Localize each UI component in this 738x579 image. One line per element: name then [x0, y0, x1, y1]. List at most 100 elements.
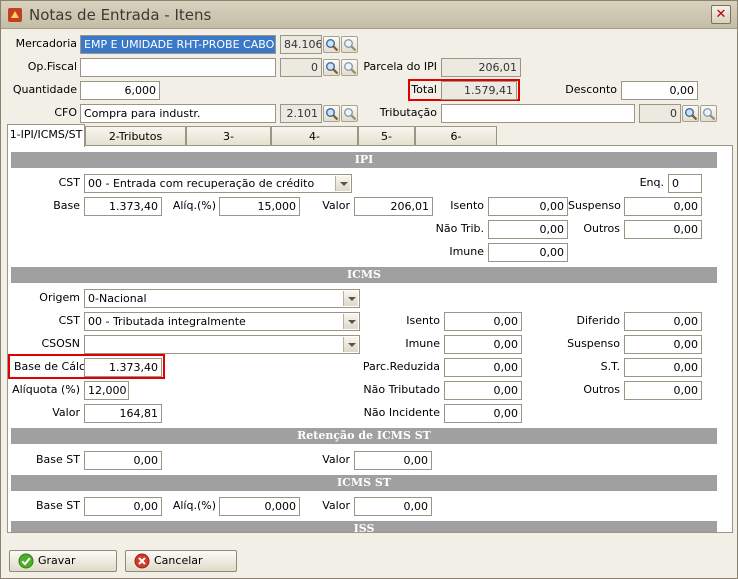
cfo-code-field[interactable]: 2.101 [280, 104, 322, 123]
tab-tributos-federais[interactable]: 2-Tributos Federais [85, 126, 186, 162]
mercadoria-search-alt-button[interactable] [341, 36, 358, 53]
retencao-valor-field[interactable]: 0,00 [354, 451, 432, 470]
icmsst-aliq-label: Alíq.(%) [172, 499, 216, 512]
icms-valor-label: Valor [52, 406, 80, 419]
icms-naotrib-label: Não Tributado [363, 383, 440, 396]
retencao-base-field[interactable]: 0,00 [84, 451, 162, 470]
icms-st-label: S.T. [600, 360, 620, 373]
title-bar: Notas de Entrada - Itens ✕ [1, 1, 737, 29]
icmsst-valor-label: Valor [322, 499, 350, 512]
icms-section-header: ICMS [11, 267, 717, 283]
ipi-imune-field[interactable]: 0,00 [488, 243, 568, 262]
ipi-aliq-label: Alíq.(%) [172, 199, 216, 212]
icms-parcred-label: Parc.Reduzida [362, 360, 440, 373]
chevron-down-icon[interactable] [343, 314, 358, 329]
icms-st-field[interactable]: 0,00 [624, 358, 702, 377]
search-icon [344, 39, 357, 52]
ipi-outros-field[interactable]: 0,00 [624, 220, 702, 239]
icms-origem-select[interactable]: 0-Nacional [84, 289, 360, 308]
ipi-suspenso-field[interactable]: 0,00 [624, 197, 702, 216]
mercadoria-code-field[interactable]: 84.106 [280, 35, 322, 54]
icms-diferido-field[interactable]: 0,00 [624, 312, 702, 331]
mercadoria-label: Mercadoria [15, 37, 77, 50]
tributacao-search-button[interactable] [682, 105, 699, 122]
icms-aliq-label: Alíquota (%) [12, 383, 80, 396]
desconto-field[interactable]: 0,00 [621, 81, 698, 100]
icmsst-base-label: Base ST [36, 499, 80, 512]
icmsst-valor-field[interactable]: 0,00 [354, 497, 432, 516]
parcela-ipi-label: Parcela do IPI [363, 60, 437, 73]
search-icon [685, 108, 698, 121]
save-button-label: Gravar [38, 554, 76, 567]
icms-suspenso-field[interactable]: 0,00 [624, 335, 702, 354]
ipi-naotrib-label: Não Trib. [435, 222, 484, 235]
icmsst-base-field[interactable]: 0,00 [84, 497, 162, 516]
icms-origem-value: 0-Nacional [88, 292, 147, 305]
ipi-valor-field[interactable]: 206,01 [354, 197, 433, 216]
icmsst-aliq-field[interactable]: 0,000 [219, 497, 300, 516]
ipi-naotrib-field[interactable]: 0,00 [488, 220, 568, 239]
tab-combustiveis[interactable]: 6-Combustíveis [415, 126, 497, 162]
ipi-suspenso-label: Suspenso [568, 199, 621, 212]
mercadoria-search-button[interactable] [323, 36, 340, 53]
tab-medicamentos[interactable]: 4-Medicamentos [271, 126, 358, 162]
ipi-valor-label: Valor [322, 199, 350, 212]
ipi-enq-label: Enq. [639, 176, 664, 189]
cfo-search-button[interactable] [323, 105, 340, 122]
icms-csosn-label: CSOSN [41, 337, 80, 350]
icms-parcred-field[interactable]: 0,00 [444, 358, 522, 377]
opfiscal-search-button[interactable] [323, 59, 340, 76]
search-icon [703, 108, 716, 121]
search-icon [326, 108, 339, 121]
close-button[interactable]: ✕ [711, 5, 731, 24]
icms-cst-value: 00 - Tributada integralmente [88, 315, 246, 328]
icms-naoinc-field[interactable]: 0,00 [444, 404, 522, 423]
ipi-aliq-field[interactable]: 15,000 [219, 197, 300, 216]
ipi-section-header: IPI [11, 152, 717, 168]
cfo-field[interactable]: Compra para industr. [80, 104, 276, 123]
icms-imune-field[interactable]: 0,00 [444, 335, 522, 354]
tab-complemento[interactable]: 3-Complemento [186, 126, 271, 162]
icms-cst-select[interactable]: 00 - Tributada integralmente [84, 312, 360, 331]
opfiscal-field[interactable] [80, 58, 276, 77]
icms-imune-label: Imune [405, 337, 440, 350]
icms-naotrib-field[interactable]: 0,00 [444, 381, 522, 400]
total-field[interactable]: 1.579,41 [441, 81, 517, 100]
tributacao-search-alt-button[interactable] [700, 105, 717, 122]
ipi-isento-field[interactable]: 0,00 [488, 197, 568, 216]
icms-naoinc-label: Não Incidente [363, 406, 440, 419]
icms-base-field[interactable]: 1.373,40 [84, 358, 162, 377]
chevron-down-icon[interactable] [343, 337, 358, 352]
search-icon [326, 39, 339, 52]
cancel-button[interactable]: Cancelar [125, 550, 237, 572]
tab-veiculos[interactable]: 5-Veículos [358, 126, 415, 162]
app-icon [8, 8, 22, 22]
ipi-outros-label: Outros [583, 222, 620, 235]
quantidade-field[interactable]: 6,000 [80, 81, 160, 100]
ipi-cst-label: CST [58, 176, 80, 189]
icms-valor-field[interactable]: 164,81 [84, 404, 162, 423]
ipi-base-field[interactable]: 1.373,40 [84, 197, 162, 216]
opfiscal-code-field[interactable]: 0 [280, 58, 322, 77]
ipi-cst-select[interactable]: 00 - Entrada com recuperação de crédito [84, 174, 352, 193]
icms-isento-field[interactable]: 0,00 [444, 312, 522, 331]
save-button[interactable]: Gravar [9, 550, 117, 572]
icms-csosn-select[interactable] [84, 335, 360, 354]
window-title: Notas de Entrada - Itens [29, 6, 212, 24]
chevron-down-icon[interactable] [335, 176, 350, 191]
tab-ipi-icms-st[interactable]: 1-IPI/ICMS/ST [7, 124, 85, 147]
ipi-enq-field[interactable]: 0 [668, 174, 702, 193]
parcela-ipi-field[interactable]: 206,01 [441, 58, 521, 77]
total-label: Total [411, 83, 437, 96]
retencao-section-header: Retenção de ICMS ST [11, 428, 717, 444]
mercadoria-field[interactable]: EMP E UMIDADE RHT-PROBE CABO 6MT [80, 35, 276, 54]
icms-base-label: Base de Cálc. [14, 360, 89, 373]
icms-aliq-field[interactable]: 12,000 [84, 381, 129, 400]
icms-origem-label: Origem [39, 291, 80, 304]
opfiscal-label: Op.Fiscal [27, 60, 77, 73]
tributacao-field[interactable] [441, 104, 635, 123]
chevron-down-icon[interactable] [343, 291, 358, 306]
icms-outros-field[interactable]: 0,00 [624, 381, 702, 400]
ipi-cst-value: 00 - Entrada com recuperação de crédito [88, 177, 315, 190]
tributacao-code-field[interactable]: 0 [639, 104, 681, 123]
